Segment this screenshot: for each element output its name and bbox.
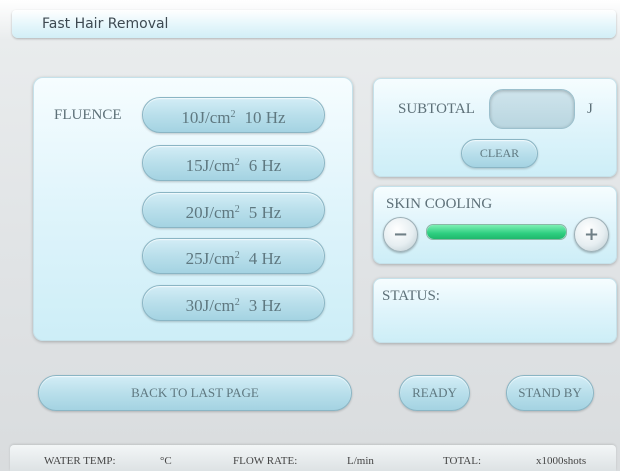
fluence-option-15[interactable]: 15J/cm2 6 Hz (142, 145, 325, 181)
clear-button[interactable]: CLEAR (461, 139, 538, 168)
status-label: STATUS: (382, 288, 440, 304)
total-unit: x1000shots (536, 455, 587, 467)
flow-rate-label: FLOW RATE: (233, 455, 298, 467)
back-to-last-page-button[interactable]: BACK TO LAST PAGE (38, 375, 352, 411)
cooling-decrease-button[interactable]: − (383, 217, 418, 252)
total-label: TOTAL: (443, 455, 482, 467)
fluence-option-30[interactable]: 30J/cm2 3 Hz (142, 285, 325, 321)
footer-status-bar: WATER TEMP: °C FLOW RATE: L/min TOTAL: x… (10, 445, 616, 471)
app-title: Fast Hair Removal (42, 16, 169, 32)
fluence-option-10[interactable]: 10J/cm2 10 Hz (142, 97, 325, 133)
fluence-option-20[interactable]: 20J/cm2 5 Hz (142, 192, 325, 228)
skin-cooling-label: SKIN COOLING (386, 196, 493, 212)
subtotal-display (489, 89, 575, 129)
water-temp-label: WATER TEMP: (44, 455, 116, 467)
plus-icon: + (583, 224, 600, 245)
subtotal-label: SUBTOTAL (398, 101, 475, 117)
minus-icon: − (392, 224, 409, 245)
cooling-increase-button[interactable]: + (574, 217, 609, 252)
subtotal-unit: J (587, 101, 593, 117)
water-temp-unit: °C (160, 455, 172, 467)
flow-rate-unit: L/min (347, 455, 374, 467)
title-bar: Fast Hair Removal (12, 10, 616, 38)
skin-cooling-level-fill (427, 225, 566, 239)
fluence-option-25[interactable]: 25J/cm2 4 Hz (142, 238, 325, 274)
skin-cooling-level-bar[interactable] (426, 224, 567, 240)
ready-button[interactable]: READY (399, 375, 470, 411)
standby-button[interactable]: STAND BY (506, 375, 594, 411)
fluence-label: FLUENCE (54, 107, 122, 123)
